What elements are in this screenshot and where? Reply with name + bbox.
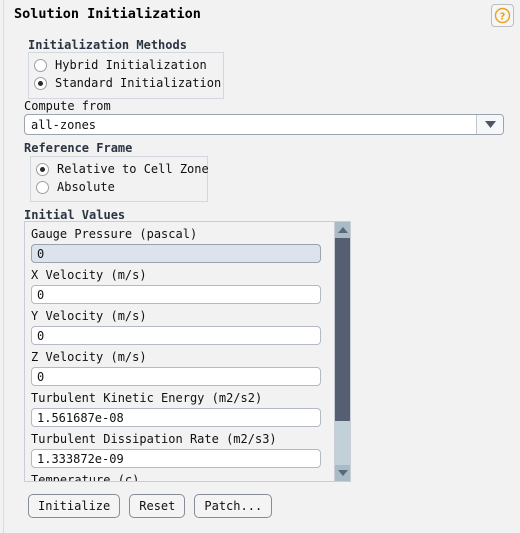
chevron-down-glyph [484,121,496,128]
scroll-up-arrow-glyph [337,227,348,233]
radio-relative-to-cell-zone[interactable]: Relative to Cell Zone [36,162,209,176]
radio-absolute[interactable]: Absolute [36,180,115,194]
radio-absolute-indicator [36,180,49,194]
field-label-temperature: Temperature (c) [31,473,140,482]
scrollbar-track[interactable] [335,238,350,465]
initial-values-scroll-area[interactable]: Gauge Pressure (pascal) 0 X Velocity (m/… [24,221,351,482]
initialize-button[interactable]: Initialize [28,494,121,518]
radio-hybrid-label: Hybrid Initialization [55,58,207,72]
scroll-down-arrow-glyph [337,470,348,476]
compute-from-dropdown[interactable]: all-zones [24,114,504,135]
compute-from-value: all-zones [25,115,477,134]
field-label-gauge-pressure: Gauge Pressure (pascal) [31,227,198,241]
field-label-turbulent-kinetic-energy: Turbulent Kinetic Energy (m2/s2) [31,391,263,405]
radio-hybrid-initialization[interactable]: Hybrid Initialization [34,58,207,72]
action-button-row: Initialize Reset Patch... [28,494,273,518]
radio-relative-label: Relative to Cell Zone [57,162,209,176]
chevron-down-icon[interactable] [477,115,503,134]
radio-absolute-label: Absolute [57,180,115,194]
field-label-z-velocity: Z Velocity (m/s) [31,350,147,364]
initial-values-scrollbar[interactable] [334,222,350,481]
reference-frame-label: Reference Frame [24,141,133,155]
field-label-turbulent-dissipation-rate: Turbulent Dissipation Rate (m2/s3) [31,432,277,446]
initial-values-label: Initial Values [24,208,126,222]
field-input-z-velocity[interactable]: 0 [31,367,321,386]
initialization-methods-label: Initialization Methods [28,38,187,52]
help-question-glyph: ? [494,7,511,24]
field-label-y-velocity: Y Velocity (m/s) [31,309,147,323]
radio-standard-label: Standard Initialization [55,76,222,90]
field-input-turbulent-kinetic-energy[interactable]: 1.561687e-08 [31,408,321,427]
field-input-turbulent-dissipation-rate[interactable]: 1.333872e-09 [31,449,321,468]
initial-values-list: Gauge Pressure (pascal) 0 X Velocity (m/… [25,222,335,482]
patch-button[interactable]: Patch... [194,494,273,518]
radio-standard-initialization[interactable]: Standard Initialization [34,76,221,90]
radio-standard-indicator [34,76,47,90]
field-input-x-velocity[interactable]: 0 [31,285,321,304]
scrollbar-thumb[interactable] [335,238,350,421]
solution-initialization-panel: Solution Initialization ? Initialization… [0,0,520,533]
field-input-y-velocity[interactable]: 0 [31,326,321,345]
radio-relative-indicator [36,162,49,176]
compute-from-label: Compute from [24,99,111,113]
page-title: Solution Initialization [14,6,201,22]
scroll-up-arrow-icon[interactable] [335,222,350,238]
reset-button[interactable]: Reset [129,494,186,518]
help-question-icon[interactable]: ? [491,4,514,27]
svg-text:?: ? [500,11,506,22]
field-label-x-velocity: X Velocity (m/s) [31,268,147,282]
scroll-down-arrow-icon[interactable] [335,465,350,481]
field-input-gauge-pressure[interactable]: 0 [31,244,321,263]
radio-hybrid-indicator [34,58,47,72]
